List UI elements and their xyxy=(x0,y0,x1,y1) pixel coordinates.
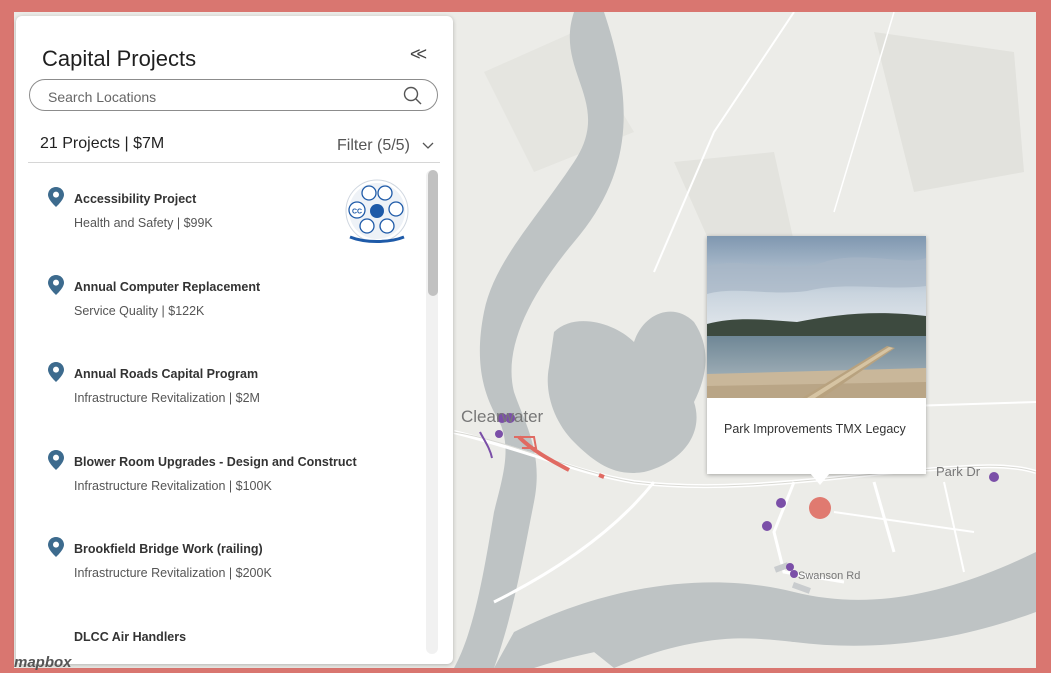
project-details: Infrastructure Revitalization | $200K xyxy=(74,566,272,580)
scrollbar-thumb[interactable] xyxy=(428,170,438,296)
mapbox-logo[interactable]: mapbox xyxy=(14,654,72,671)
list-item[interactable]: Brookfield Bridge Work (railing) Infrast… xyxy=(28,513,428,583)
project-name: Blower Room Upgrades - Design and Constr… xyxy=(74,455,357,469)
search-input[interactable] xyxy=(46,86,390,108)
map-label-park-dr: Park Dr xyxy=(936,464,981,479)
list-item[interactable]: Blower Room Upgrades - Design and Constr… xyxy=(28,426,428,496)
project-summary: 21 Projects | $7M xyxy=(40,135,165,152)
project-details: Infrastructure Revitalization | $2M xyxy=(74,391,260,405)
project-popup[interactable]: Park Improvements TMX Legacy xyxy=(707,236,926,485)
map-label-clearwater: Clearwater xyxy=(461,407,544,426)
page-title: Capital Projects xyxy=(42,46,197,71)
popup-title: Park Improvements TMX Legacy xyxy=(724,422,906,436)
filter-dropdown[interactable]: Filter (5/5) xyxy=(337,137,434,155)
location-pin-icon xyxy=(48,362,64,387)
list-item[interactable]: Annual Computer Replacement Service Qual… xyxy=(28,251,428,321)
location-pin-icon xyxy=(48,450,64,475)
project-name: Brookfield Bridge Work (railing) xyxy=(74,542,263,556)
accessibility-logo-icon: CC xyxy=(345,179,409,243)
projects-sidebar: Capital Projects << 21 Projects | $7M Fi… xyxy=(16,16,453,664)
badge-text: CC xyxy=(352,209,362,216)
project-details: Service Quality | $122K xyxy=(74,304,205,318)
project-name: Accessibility Project xyxy=(74,192,197,206)
location-pin-icon xyxy=(48,537,64,562)
location-pin-icon xyxy=(48,275,64,300)
list-item[interactable]: Annual Roads Capital Program Infrastruct… xyxy=(28,338,428,408)
filter-label: Filter (5/5) xyxy=(337,137,410,155)
map-label-swanson-rd: Swanson Rd xyxy=(798,570,861,582)
collapse-panel-button[interactable]: << xyxy=(410,44,427,65)
popup-pointer xyxy=(810,473,830,485)
chevron-down-icon xyxy=(422,137,434,155)
search-icon[interactable] xyxy=(403,86,423,111)
project-photo xyxy=(707,236,926,398)
project-list: Accessibility Project Health and Safety … xyxy=(28,163,438,663)
project-name: DLCC Air Handlers xyxy=(74,630,187,644)
list-item[interactable]: Accessibility Project Health and Safety … xyxy=(28,163,428,243)
project-name: Annual Computer Replacement xyxy=(74,280,261,294)
project-name: Annual Roads Capital Program xyxy=(74,367,259,381)
search-box[interactable] xyxy=(29,79,438,111)
list-item[interactable]: DLCC Air Handlers xyxy=(28,601,428,663)
location-pin-icon xyxy=(48,187,64,212)
project-details: Health and Safety | $99K xyxy=(74,216,213,230)
project-details: Infrastructure Revitalization | $100K xyxy=(74,479,272,493)
